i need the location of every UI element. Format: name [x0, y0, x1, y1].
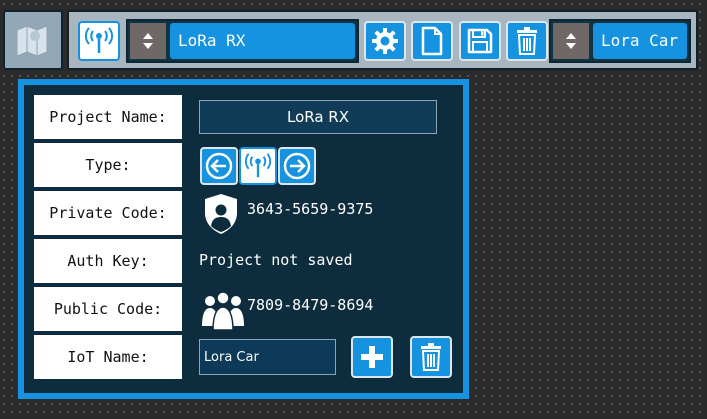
up-down-arrows-icon[interactable] — [553, 23, 589, 59]
delete-button[interactable] — [506, 21, 548, 61]
trash-icon — [517, 27, 537, 55]
project-panel: Project Name: LoRa RX Type: Private Code… — [18, 79, 469, 399]
trash-icon — [421, 343, 441, 371]
project-name-label: Project Name: — [34, 95, 182, 139]
save-button[interactable] — [459, 21, 501, 61]
project-type-button[interactable] — [78, 21, 120, 61]
project-selector-value[interactable]: LoRa RX — [170, 23, 355, 59]
public-code-value: 7809-8479-8694 — [247, 296, 374, 314]
app-map-icon[interactable] — [3, 10, 63, 70]
user-shield-icon — [205, 194, 237, 234]
auth-key-label: Auth Key: — [34, 239, 182, 283]
settings-button[interactable] — [364, 21, 406, 61]
settings-icon — [372, 28, 398, 54]
iot-selector-value[interactable]: Lora Car — [593, 23, 687, 59]
project-name-field[interactable]: LoRa RX — [199, 100, 437, 134]
users-group-icon — [202, 291, 244, 331]
add-iot-button[interactable] — [351, 336, 393, 378]
arrow-right-circle-icon — [283, 152, 311, 180]
delete-iot-button[interactable] — [410, 336, 452, 378]
map-icon — [16, 25, 48, 57]
type-icon-display — [239, 147, 277, 185]
lora-antenna-icon — [244, 153, 272, 178]
plus-icon — [361, 346, 383, 368]
project-selector[interactable]: LoRa RX — [126, 19, 359, 63]
lora-antenna-icon — [85, 27, 113, 53]
type-prev-button[interactable] — [200, 147, 238, 185]
new-file-button[interactable] — [411, 21, 453, 61]
auth-key-value: Project not saved — [199, 251, 353, 269]
iot-name-input[interactable] — [199, 339, 336, 375]
iot-selector[interactable]: Lora Car — [549, 19, 691, 63]
private-code-value: 3643-5659-9375 — [247, 200, 374, 218]
up-down-arrows-icon[interactable] — [130, 23, 166, 59]
new-file-icon — [421, 26, 443, 56]
public-code-label: Public Code: — [34, 287, 182, 331]
arrow-left-circle-icon — [205, 152, 233, 180]
save-icon — [467, 28, 493, 54]
private-code-label: Private Code: — [34, 191, 182, 235]
type-next-button[interactable] — [278, 147, 316, 185]
iot-name-label: IoT Name: — [34, 335, 182, 379]
toolbar: LoRa RX Lora Car — [67, 10, 698, 70]
type-label: Type: — [34, 143, 182, 187]
